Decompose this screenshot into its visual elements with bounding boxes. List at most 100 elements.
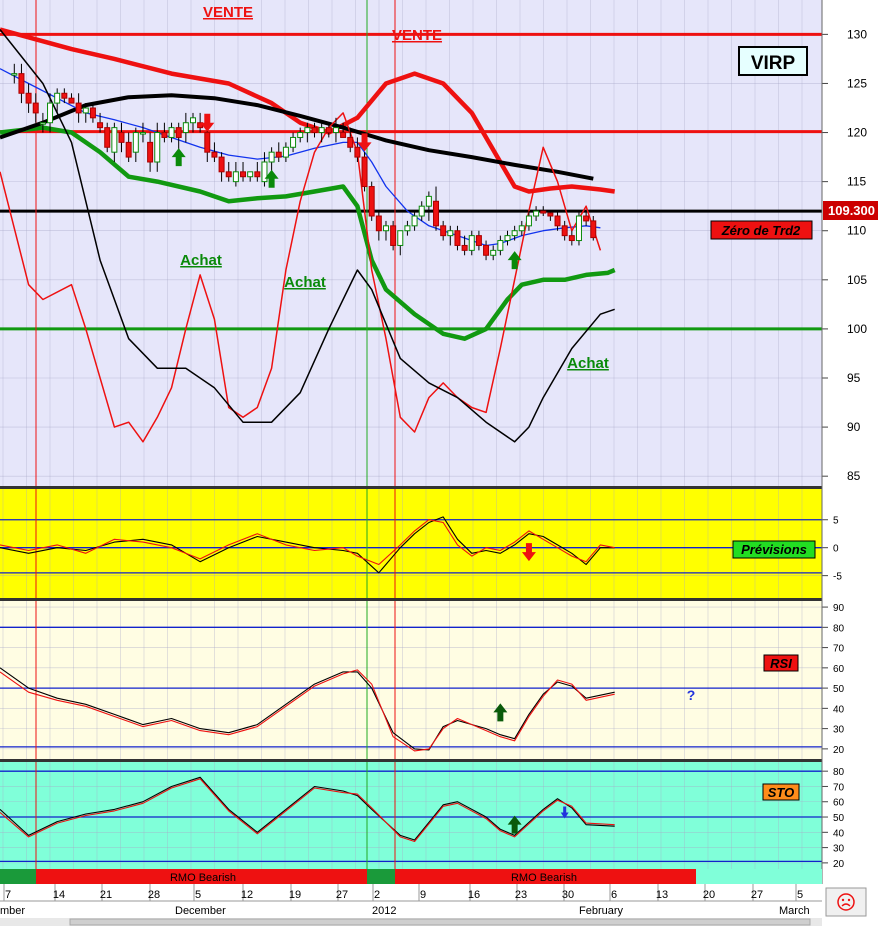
candle: [397, 230, 404, 246]
candle: [68, 97, 75, 104]
candle: [11, 73, 18, 76]
candle: [161, 132, 168, 138]
rmo-label: RMO Bearish: [511, 872, 577, 884]
candle: [375, 215, 382, 232]
candle: [311, 127, 318, 134]
y-tick-label: 70: [833, 782, 845, 793]
candle: [218, 156, 225, 173]
sto-panel: [0, 761, 822, 870]
candle: [575, 215, 582, 242]
buy-signal-label: Achat: [180, 252, 222, 269]
date-label: 16: [468, 889, 480, 901]
date-label: 6: [611, 889, 617, 901]
candle: [32, 102, 39, 114]
y-tick-label: 105: [847, 273, 867, 287]
scrollbar-thumb[interactable]: [69, 918, 811, 926]
y-tick-label: 70: [833, 644, 845, 655]
status-box[interactable]: [825, 887, 867, 917]
date-label: 12: [241, 889, 253, 901]
candle: [533, 210, 540, 217]
rsi-panel: [0, 600, 822, 760]
buy-signal-label: Achat: [567, 355, 609, 372]
candle: [247, 171, 254, 178]
candle: [468, 235, 475, 251]
candle: [118, 132, 125, 143]
candle: [211, 151, 218, 158]
y-tick-label: 0: [833, 544, 839, 555]
candle: [168, 127, 175, 138]
candle: [125, 141, 132, 158]
candle: [204, 132, 211, 153]
candle: [525, 215, 532, 227]
candle: [304, 127, 311, 134]
y-tick-label: 115: [847, 175, 866, 189]
candle: [97, 122, 104, 129]
candle: [104, 127, 111, 148]
y-tick-label: 20: [833, 859, 845, 870]
candle: [461, 244, 468, 251]
candle: [425, 195, 432, 207]
month-label: December: [175, 905, 226, 917]
previsions-panel: [0, 488, 822, 599]
sto-label: STO: [768, 785, 795, 800]
candle: [240, 171, 247, 178]
date-label: 2: [374, 889, 380, 901]
rmo-green-segment: [367, 869, 395, 884]
y-tick-label: 120: [847, 126, 867, 140]
date-label: 27: [336, 889, 348, 901]
date-label: 13: [656, 889, 668, 901]
date-label: 30: [562, 889, 574, 901]
y-tick-label: 40: [833, 704, 845, 715]
y-tick-label: 100: [847, 322, 867, 336]
rsi-label: RSI: [770, 656, 792, 671]
month-label: mber: [0, 905, 25, 917]
y-tick-label: 80: [833, 623, 845, 634]
month-label: February: [579, 905, 624, 917]
candle: [182, 122, 189, 134]
candle: [75, 102, 82, 114]
panel-border: [0, 759, 822, 762]
y-tick-label: 40: [833, 828, 845, 839]
last-price-value: 109.300: [828, 203, 875, 218]
sell-signal-label: VENTE: [392, 27, 442, 44]
y-tick-label: 90: [847, 420, 861, 434]
candle: [225, 171, 232, 178]
candle: [282, 146, 289, 158]
candle: [418, 205, 425, 217]
y-tick-label: 60: [833, 798, 845, 809]
candle: [583, 215, 590, 222]
y-tick-label: 50: [833, 684, 845, 695]
candle: [332, 127, 339, 134]
y-tick-label: 5: [833, 516, 839, 527]
candle: [475, 235, 482, 246]
candle: [111, 127, 118, 153]
chart-canvas: 859095100105110115120125130-505203040506…: [0, 0, 878, 926]
candle: [361, 156, 368, 188]
y-tick-label: 30: [833, 844, 845, 855]
candle: [483, 244, 490, 256]
y-tick-label: 20: [833, 745, 845, 756]
candle: [382, 225, 389, 232]
candle: [132, 132, 139, 153]
candle: [297, 132, 304, 138]
date-label: 19: [289, 889, 301, 901]
candle: [318, 127, 325, 134]
candle: [232, 171, 239, 183]
y-tick-label: 30: [833, 725, 845, 736]
y-tick-label: 80: [833, 767, 845, 778]
candle: [47, 102, 54, 124]
previsions-label: Prévisions: [741, 542, 807, 557]
candle: [497, 240, 504, 251]
y-tick-label: -5: [833, 572, 842, 583]
date-label: 20: [703, 889, 715, 901]
candle: [154, 132, 161, 163]
candle: [325, 127, 332, 134]
candle: [139, 132, 146, 135]
candle: [490, 249, 497, 256]
candle: [18, 73, 25, 94]
candle: [390, 225, 397, 246]
candle: [447, 230, 454, 237]
candle: [404, 225, 411, 232]
date-label: 14: [53, 889, 65, 901]
candle: [261, 161, 268, 183]
